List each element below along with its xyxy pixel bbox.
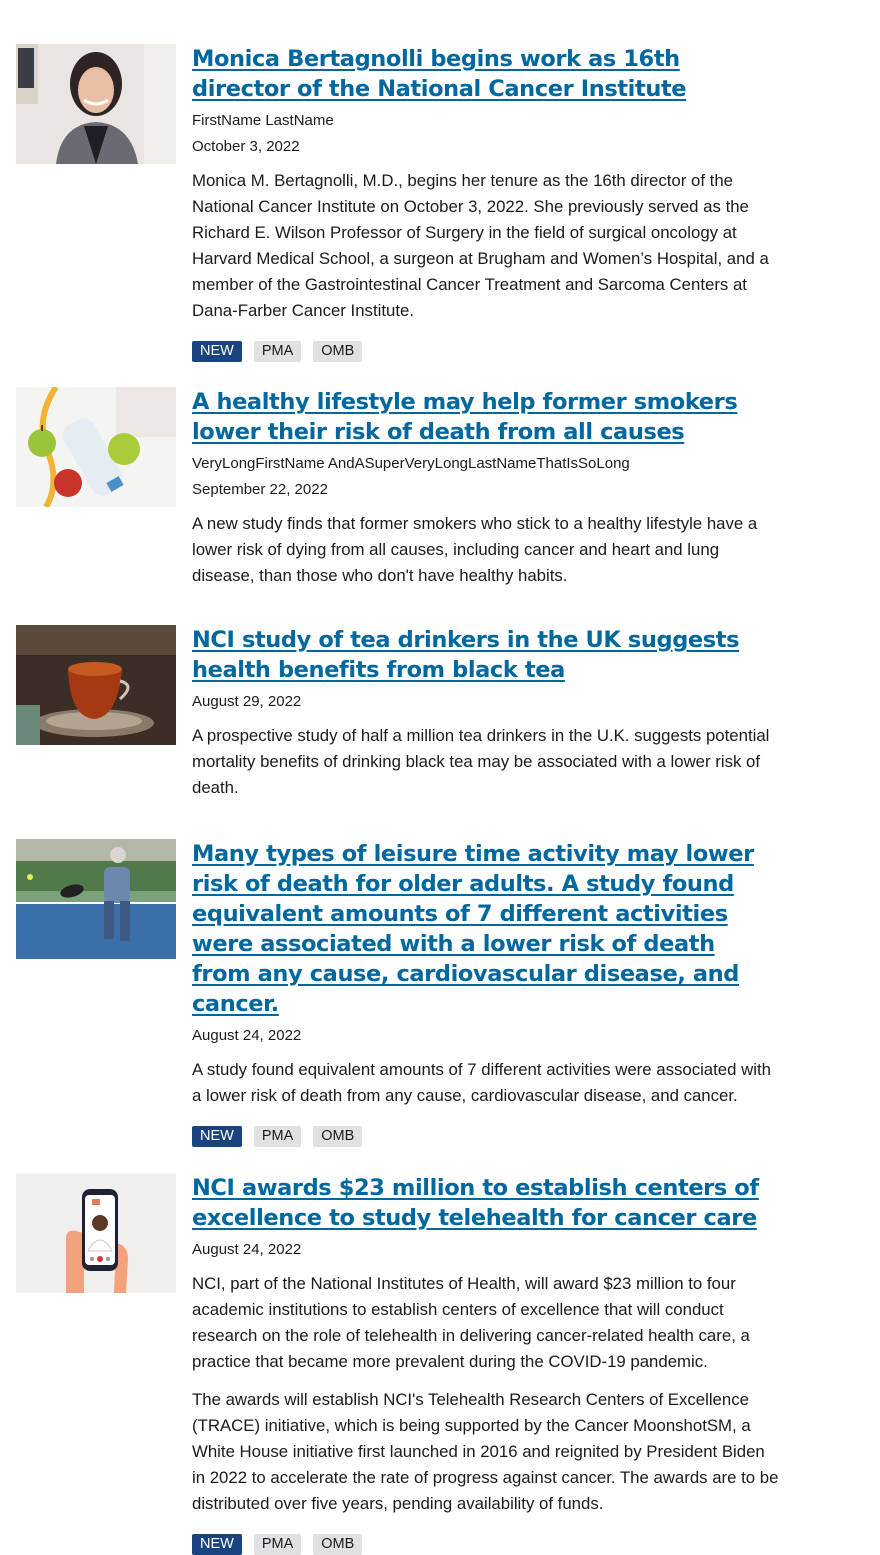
article-summary: The awards will establish NCI's Teleheal… bbox=[192, 1390, 779, 1513]
article-summary: A prospective study of half a million te… bbox=[192, 726, 770, 797]
tag-list: NEW PMA OMB bbox=[192, 341, 780, 362]
news-item: Many types of leisure time activity may … bbox=[16, 839, 780, 1147]
tag-pma[interactable]: PMA bbox=[253, 1126, 302, 1147]
news-content: NCI study of tea drinkers in the UK sugg… bbox=[192, 625, 780, 801]
publish-date: August 24, 2022 bbox=[192, 1027, 302, 1044]
article-summary: A new study finds that former smokers wh… bbox=[192, 514, 758, 585]
article-title-link[interactable]: Monica Bertagnolli begins work as 16th d… bbox=[192, 44, 780, 104]
author-name: FirstName LastName bbox=[192, 112, 334, 129]
publish-date: August 24, 2022 bbox=[192, 1241, 302, 1258]
article-summary: NCI, part of the National Institutes of … bbox=[192, 1274, 750, 1371]
article-summary: Monica M. Bertagnolli, M.D., begins her … bbox=[192, 171, 769, 320]
news-item: NCI study of tea drinkers in the UK sugg… bbox=[16, 625, 780, 801]
article-title-link[interactable]: NCI study of tea drinkers in the UK sugg… bbox=[192, 625, 780, 685]
news-content: Many types of leisure time activity may … bbox=[192, 839, 780, 1147]
tag-pma[interactable]: PMA bbox=[253, 1534, 302, 1555]
portrait-photo[interactable] bbox=[16, 44, 176, 164]
publish-date: August 29, 2022 bbox=[192, 693, 302, 710]
tag-new[interactable]: NEW bbox=[192, 341, 242, 362]
publish-date: September 22, 2022 bbox=[192, 481, 328, 498]
news-item: A healthy lifestyle may help former smok… bbox=[16, 387, 780, 589]
article-title-link[interactable]: A healthy lifestyle may help former smok… bbox=[192, 387, 780, 447]
publish-date: October 3, 2022 bbox=[192, 138, 300, 155]
pickleball-photo[interactable] bbox=[16, 839, 176, 959]
tag-omb[interactable]: OMB bbox=[313, 1534, 363, 1555]
news-item: Monica Bertagnolli begins work as 16th d… bbox=[16, 44, 780, 362]
tag-omb[interactable]: OMB bbox=[313, 341, 363, 362]
article-title-link[interactable]: Many types of leisure time activity may … bbox=[192, 839, 780, 1019]
tag-new[interactable]: NEW bbox=[192, 1126, 242, 1147]
black-tea-photo[interactable] bbox=[16, 625, 176, 745]
news-list: Monica Bertagnolli begins work as 16th d… bbox=[16, 44, 780, 1555]
article-title-link[interactable]: NCI awards $23 million to establish cent… bbox=[192, 1173, 780, 1233]
news-content: A healthy lifestyle may help former smok… bbox=[192, 387, 780, 589]
news-content: Monica Bertagnolli begins work as 16th d… bbox=[192, 44, 780, 362]
article-summary: A study found equivalent amounts of 7 di… bbox=[192, 1060, 771, 1105]
telehealth-illustration[interactable] bbox=[16, 1173, 176, 1293]
tag-list: NEW PMA OMB bbox=[192, 1534, 780, 1555]
tag-new[interactable]: NEW bbox=[192, 1534, 242, 1555]
apples-water-photo[interactable] bbox=[16, 387, 176, 507]
tag-pma[interactable]: PMA bbox=[253, 341, 302, 362]
tag-omb[interactable]: OMB bbox=[313, 1126, 363, 1147]
news-item: NCI awards $23 million to establish cent… bbox=[16, 1173, 780, 1555]
author-name: VeryLongFirstName AndASuperVeryLongLastN… bbox=[192, 455, 630, 472]
news-content: NCI awards $23 million to establish cent… bbox=[192, 1173, 780, 1555]
tag-list: NEW PMA OMB bbox=[192, 1126, 780, 1147]
